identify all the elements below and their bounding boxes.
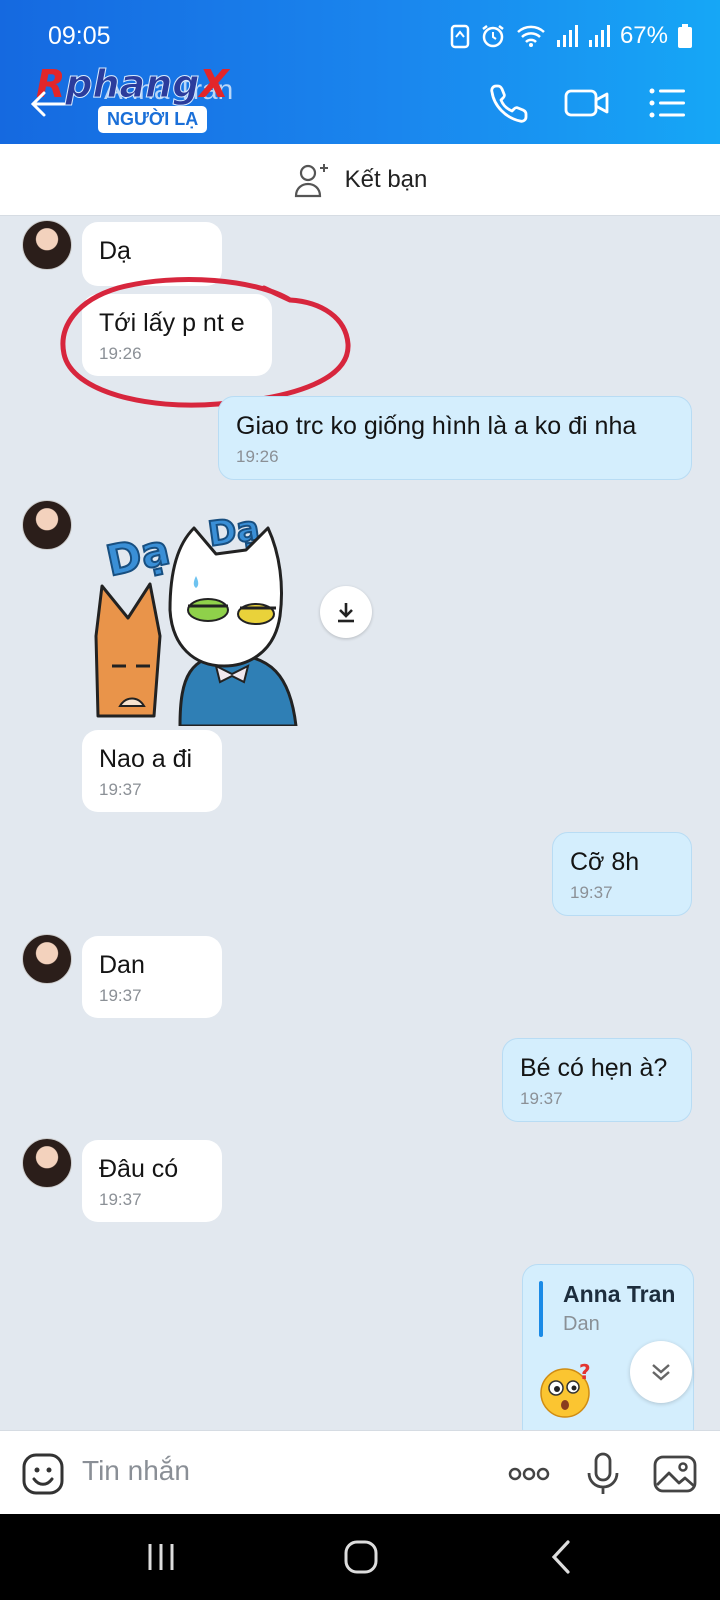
message-time: 19:37 xyxy=(99,780,142,799)
home-icon[interactable] xyxy=(338,1534,384,1580)
add-friend-icon xyxy=(294,163,328,197)
message-text: Đâu có xyxy=(99,1155,179,1183)
svg-text:Dạ: Dạ xyxy=(102,525,174,586)
message-text: Nao a đi xyxy=(99,745,193,773)
quote-bar xyxy=(539,1281,543,1337)
recent-apps-icon[interactable] xyxy=(138,1534,184,1580)
chat-header: Anna Tran RphangX NGƯỜI LẠ xyxy=(0,62,720,144)
message-text: Bé có hẹn à? xyxy=(520,1054,668,1082)
top-bar: 09:05 67% Anna Tran RphangX NGƯỜI LẠ xyxy=(0,0,720,144)
battery-saver-icon xyxy=(450,24,470,49)
message-text: Giao trc ko giống hình là a ko đi nha xyxy=(236,412,637,440)
cats-da-da-sticker[interactable]: Dạ Dạ xyxy=(84,506,314,726)
message-bubble[interactable]: Cỡ 8h 19:37 xyxy=(552,832,692,916)
system-nav-bar xyxy=(0,1514,720,1600)
message-bubble[interactable]: Đâu có 19:37 xyxy=(82,1140,222,1222)
message-text: Cỡ 8h xyxy=(570,848,640,876)
message-text: Dạ xyxy=(99,237,131,265)
scroll-down-button[interactable] xyxy=(630,1341,692,1403)
battery-icon xyxy=(678,24,692,48)
message-input[interactable]: Tin nhắn xyxy=(82,1455,190,1487)
video-call-icon[interactable] xyxy=(562,78,612,128)
microphone-icon[interactable] xyxy=(580,1451,626,1497)
signal-icon-1 xyxy=(556,25,578,47)
sticker-emoji-icon[interactable] xyxy=(20,1451,66,1497)
image-gallery-icon[interactable] xyxy=(652,1451,698,1497)
status-bar: 09:05 67% xyxy=(48,18,692,54)
avatar[interactable] xyxy=(22,934,72,984)
message-bubble[interactable]: Giao trc ko giống hình là a ko đi nha 19… xyxy=(218,396,692,480)
phone-call-icon[interactable] xyxy=(484,78,534,128)
signal-icon-2 xyxy=(588,25,610,47)
stranger-badge: NGƯỜI LẠ xyxy=(98,106,208,133)
avatar[interactable] xyxy=(22,500,72,550)
message-input-bar: Tin nhắn xyxy=(0,1430,720,1514)
message-time: 19:37 xyxy=(520,1089,563,1108)
message-bubble[interactable]: Bé có hẹn à? 19:37 xyxy=(502,1038,692,1122)
message-time: 19:26 xyxy=(236,447,279,466)
avatar[interactable] xyxy=(22,1138,72,1188)
download-icon xyxy=(338,603,354,623)
add-friend-button[interactable]: Kết bạn xyxy=(0,144,720,216)
back-arrow-icon[interactable] xyxy=(28,84,68,124)
message-time: 19:37 xyxy=(99,1190,142,1209)
add-friend-label: Kết bạn xyxy=(344,165,428,193)
confused-emoji-icon: ? xyxy=(540,1363,591,1418)
menu-list-icon[interactable] xyxy=(642,78,692,128)
wifi-icon xyxy=(517,25,545,47)
message-text: Dan xyxy=(99,951,145,979)
nav-back-icon[interactable] xyxy=(540,1534,586,1580)
alarm-icon xyxy=(482,25,504,48)
status-time: 09:05 xyxy=(48,21,111,50)
quoted-text: Dan xyxy=(563,1313,600,1335)
double-chevron-down-icon xyxy=(652,1364,670,1381)
quoted-sender-name: Anna Tran xyxy=(563,1281,676,1307)
svg-text:?: ? xyxy=(579,1363,591,1384)
message-time: 19:37 xyxy=(99,986,142,1005)
status-icons: 67% xyxy=(450,22,692,50)
message-time: 19:37 xyxy=(570,883,613,902)
message-bubble[interactable]: Dan 19:37 xyxy=(82,936,222,1018)
avatar[interactable] xyxy=(22,220,72,270)
message-bubble[interactable]: Nao a đi 19:37 xyxy=(82,730,222,812)
chat-area[interactable]: Dạ Tới lấy p nt e 19:26 Giao trc ko giốn… xyxy=(0,216,720,1430)
more-options-icon[interactable] xyxy=(506,1451,552,1497)
download-button[interactable] xyxy=(320,586,372,638)
red-annotation-circle xyxy=(60,276,351,408)
battery-percent: 67% xyxy=(619,22,668,49)
